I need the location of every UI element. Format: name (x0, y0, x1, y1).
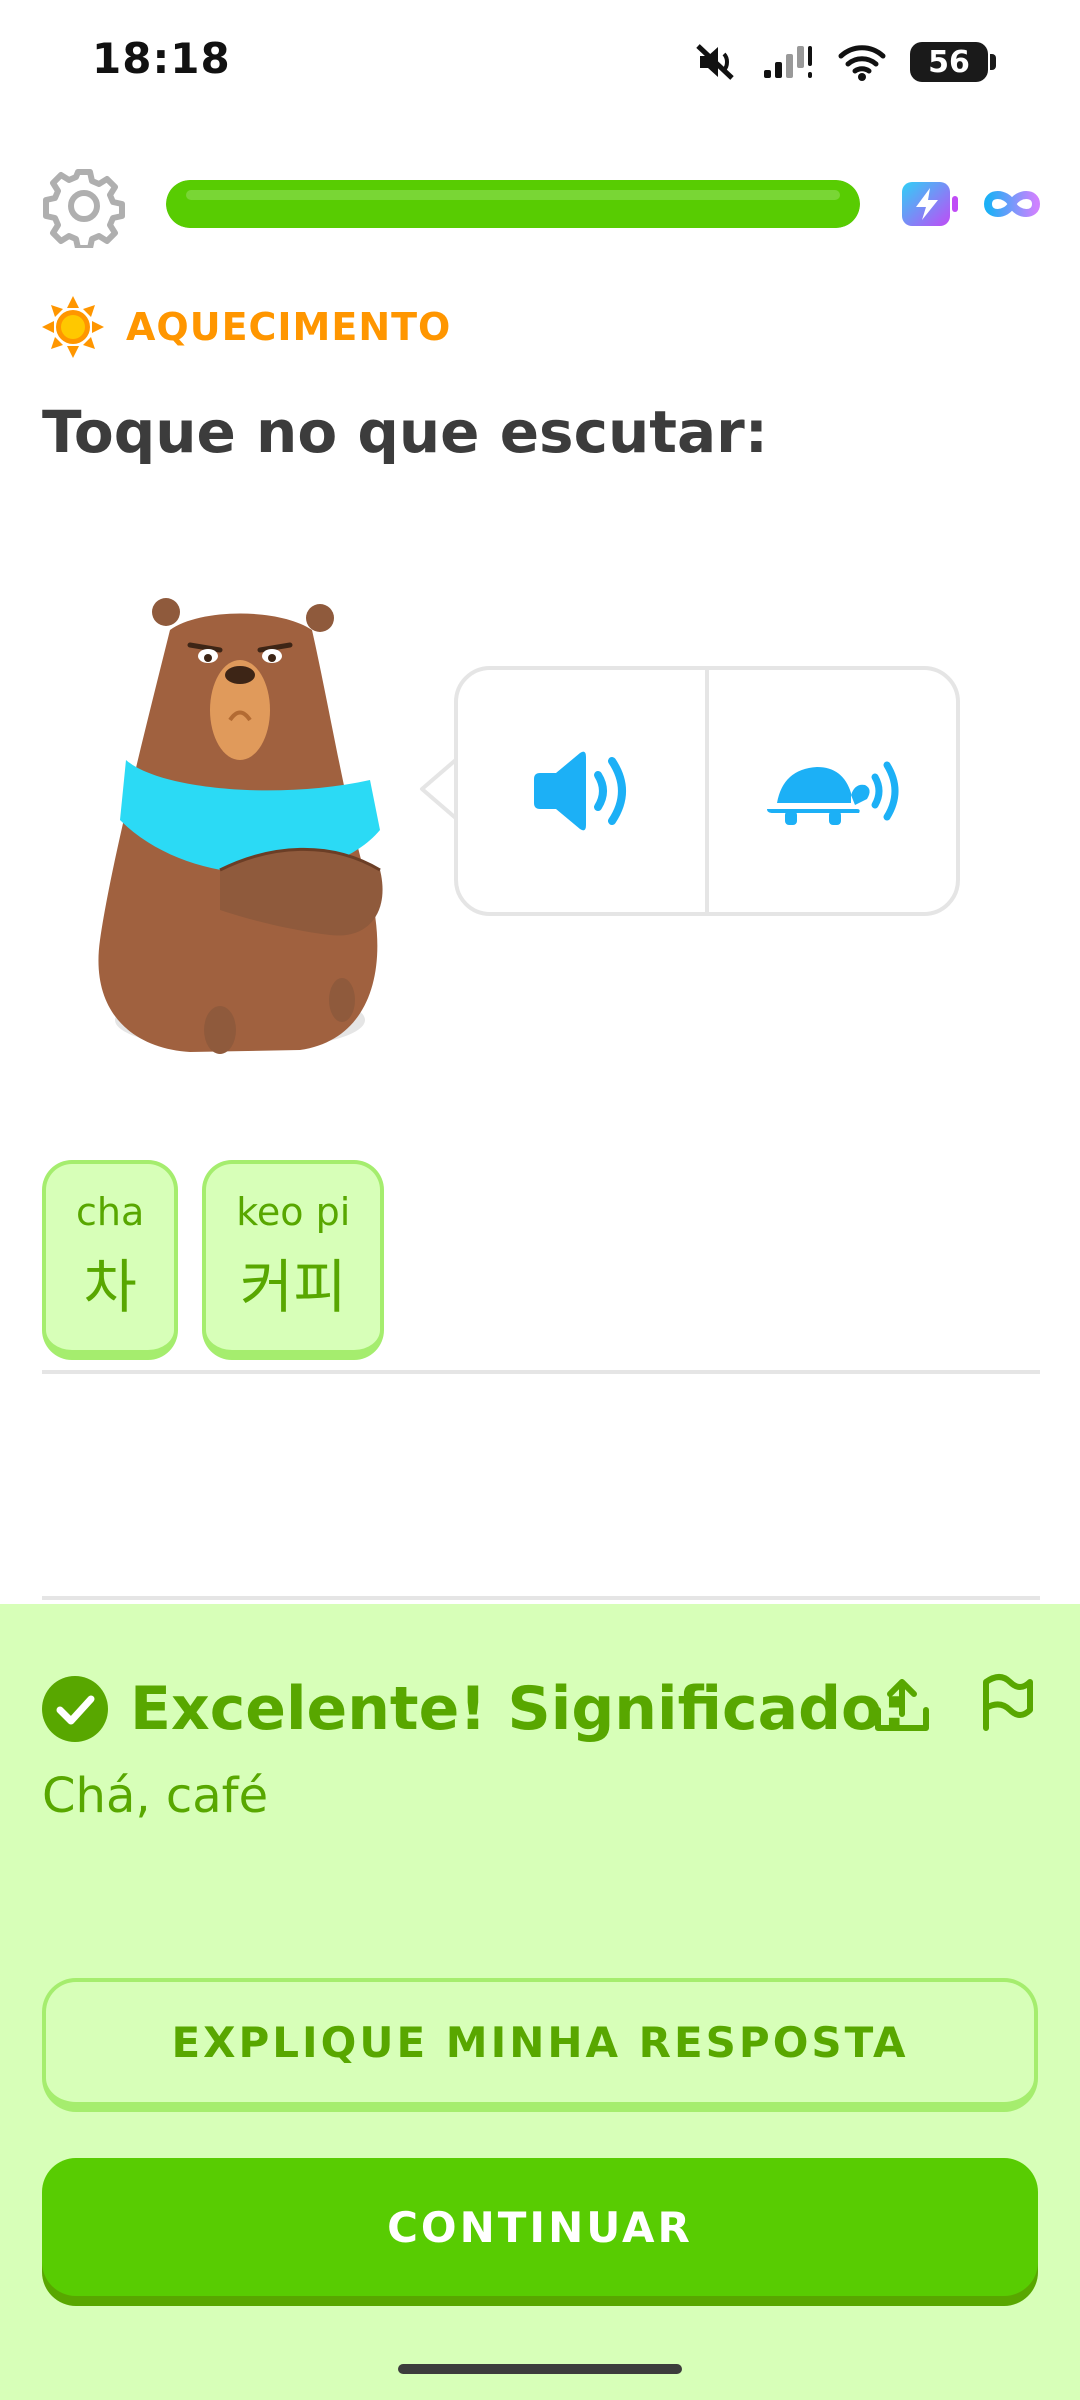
mute-icon (696, 44, 734, 80)
play-audio-button[interactable] (458, 670, 705, 912)
word-tile[interactable]: keo pi 커피 (202, 1160, 385, 1360)
instruction-text: Toque no que escutar: (42, 398, 768, 466)
word-tile[interactable]: cha 차 (42, 1160, 179, 1360)
tile-hangul: 커피 (239, 1253, 347, 1321)
feedback-header: Excelente! Significado: (42, 1674, 906, 1744)
tile-romanization: cha (76, 1190, 145, 1234)
battery-level: 56 (928, 44, 970, 80)
turtle-slow-speaker-icon (766, 761, 898, 825)
audio-bubble (454, 666, 960, 916)
tile-romanization: keo pi (236, 1190, 351, 1234)
continue-button[interactable]: CONTINUAR (42, 2158, 1038, 2296)
wifi-icon (838, 45, 886, 81)
flag-report-icon[interactable] (974, 1670, 1038, 1734)
section-label: AQUECIMENTO (42, 296, 451, 358)
bear-character-illustration (98, 598, 383, 1054)
lesson-progress-fill (166, 180, 860, 228)
battery-icon: 56 (910, 42, 996, 82)
lesson-progress-bar (166, 180, 860, 228)
sun-icon (42, 296, 104, 358)
energy-icon[interactable] (900, 180, 962, 228)
check-circle-icon (42, 1676, 108, 1742)
status-bar: 18:18 56 (0, 0, 1080, 120)
gear-icon[interactable] (42, 164, 126, 248)
section-label-text: AQUECIMENTO (126, 305, 452, 349)
feedback-meaning: Chá, café (42, 1768, 269, 1824)
signal-icon (764, 46, 812, 78)
status-icons: 56 (694, 38, 996, 86)
infinity-icon (983, 191, 1041, 217)
feedback-title: Excelente! Significado: (130, 1674, 907, 1744)
share-icon[interactable] (870, 1674, 934, 1738)
answer-line (42, 1370, 1040, 1374)
home-indicator[interactable] (398, 2364, 682, 2374)
speaker-icon (533, 751, 626, 831)
feedback-panel: Excelente! Significado: Chá, café EXPLIQ… (0, 1604, 1080, 2400)
tile-hangul: 차 (83, 1253, 137, 1321)
answer-tiles: cha 차 keo pi 커피 (42, 1160, 385, 1360)
answer-line (42, 1596, 1040, 1600)
status-time: 18:18 (92, 34, 231, 83)
explain-answer-button[interactable]: EXPLIQUE MINHA RESPOSTA (42, 1978, 1038, 2112)
play-slow-audio-button[interactable] (705, 670, 956, 912)
